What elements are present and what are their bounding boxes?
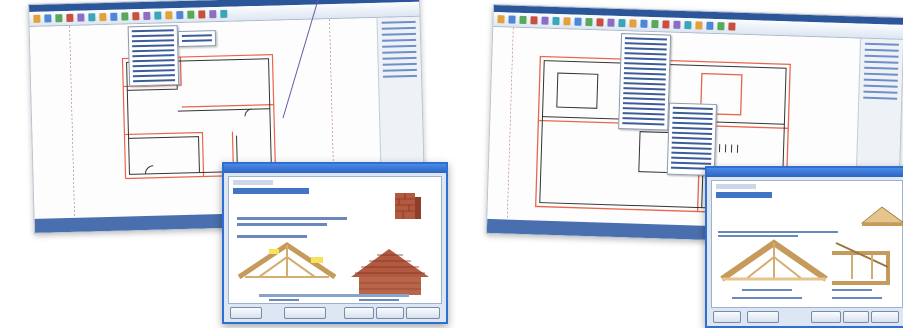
toolbar-icon[interactable] — [563, 17, 571, 26]
toolbar-icon[interactable] — [176, 10, 184, 20]
toolbar-icon[interactable] — [519, 15, 527, 25]
submenu[interactable] — [177, 30, 217, 48]
toolbar-icon[interactable] — [596, 18, 604, 27]
dialog-button[interactable] — [747, 311, 779, 323]
toolbar-icon[interactable] — [55, 14, 63, 23]
dialog-title-bar — [224, 164, 446, 173]
toolbar-icon[interactable] — [695, 21, 703, 30]
dialog-button[interactable] — [284, 307, 326, 319]
dialog-button[interactable] — [811, 311, 841, 323]
toolbar-icon[interactable] — [574, 17, 582, 26]
toolbar-icon[interactable] — [530, 16, 538, 25]
roof-preview — [237, 193, 429, 301]
brick-icon — [395, 193, 421, 219]
toolbar-icon[interactable] — [209, 10, 217, 19]
dialog-button[interactable] — [843, 311, 869, 323]
dialog-button[interactable] — [871, 311, 899, 323]
toolbar-icon[interactable] — [121, 12, 129, 21]
toolbar-icon[interactable] — [717, 22, 725, 31]
dropdown-menu[interactable] — [127, 25, 180, 87]
toolbar-icon[interactable] — [33, 14, 41, 23]
roof-preview — [718, 206, 903, 299]
roof-icon — [860, 206, 903, 226]
toolbar-icon[interactable] — [220, 9, 228, 18]
toolbar-icon[interactable] — [99, 12, 107, 22]
toolbar-icon[interactable] — [651, 19, 659, 29]
dialog-button[interactable] — [230, 307, 262, 319]
dialog-title-bar — [707, 168, 903, 177]
toolbar-icon[interactable] — [585, 17, 593, 27]
roof-dialog-right — [705, 166, 903, 328]
selector-field[interactable] — [716, 184, 756, 189]
toolbar-icon[interactable] — [66, 13, 74, 22]
toolbar-icon[interactable] — [629, 19, 637, 28]
toolbar-icon[interactable] — [684, 21, 692, 30]
toolbar-icon[interactable] — [187, 10, 195, 19]
toolbar-icon[interactable] — [640, 19, 648, 28]
toolbar-icon[interactable] — [552, 16, 560, 26]
toolbar-icon[interactable] — [673, 20, 681, 29]
toolbar-icon[interactable] — [541, 16, 549, 25]
dialog-button[interactable] — [344, 307, 374, 319]
toolbar-icon[interactable] — [132, 12, 140, 21]
toolbar-icon[interactable] — [618, 18, 626, 28]
toolbar-icon[interactable] — [508, 15, 516, 24]
toolbar-icon[interactable] — [110, 12, 118, 21]
dropdown-menu[interactable] — [618, 33, 672, 131]
toolbar-icon[interactable] — [143, 11, 151, 20]
selector-field[interactable] — [233, 180, 273, 185]
toolbar-icon[interactable] — [497, 15, 505, 24]
roof-dialog-left — [222, 162, 448, 324]
toolbar-icon[interactable] — [706, 21, 714, 30]
toolbar-icon[interactable] — [198, 10, 206, 19]
toolbar-icon[interactable] — [662, 20, 670, 29]
dialog-body — [711, 180, 903, 308]
dialog-button[interactable] — [406, 307, 440, 319]
toolbar-icon[interactable] — [44, 14, 52, 23]
toolbar-icon[interactable] — [88, 13, 96, 22]
toolbar-icon[interactable] — [165, 11, 173, 20]
dialog-button[interactable] — [376, 307, 404, 319]
dialog-body — [228, 176, 442, 304]
toolbar-icon[interactable] — [607, 18, 615, 27]
toolbar-icon[interactable] — [728, 22, 736, 31]
dialog-button[interactable] — [713, 311, 741, 323]
toolbar-icon[interactable] — [77, 13, 85, 22]
toolbar-icon[interactable] — [154, 11, 162, 20]
roof-icon — [237, 241, 429, 295]
hint-text — [259, 294, 409, 297]
